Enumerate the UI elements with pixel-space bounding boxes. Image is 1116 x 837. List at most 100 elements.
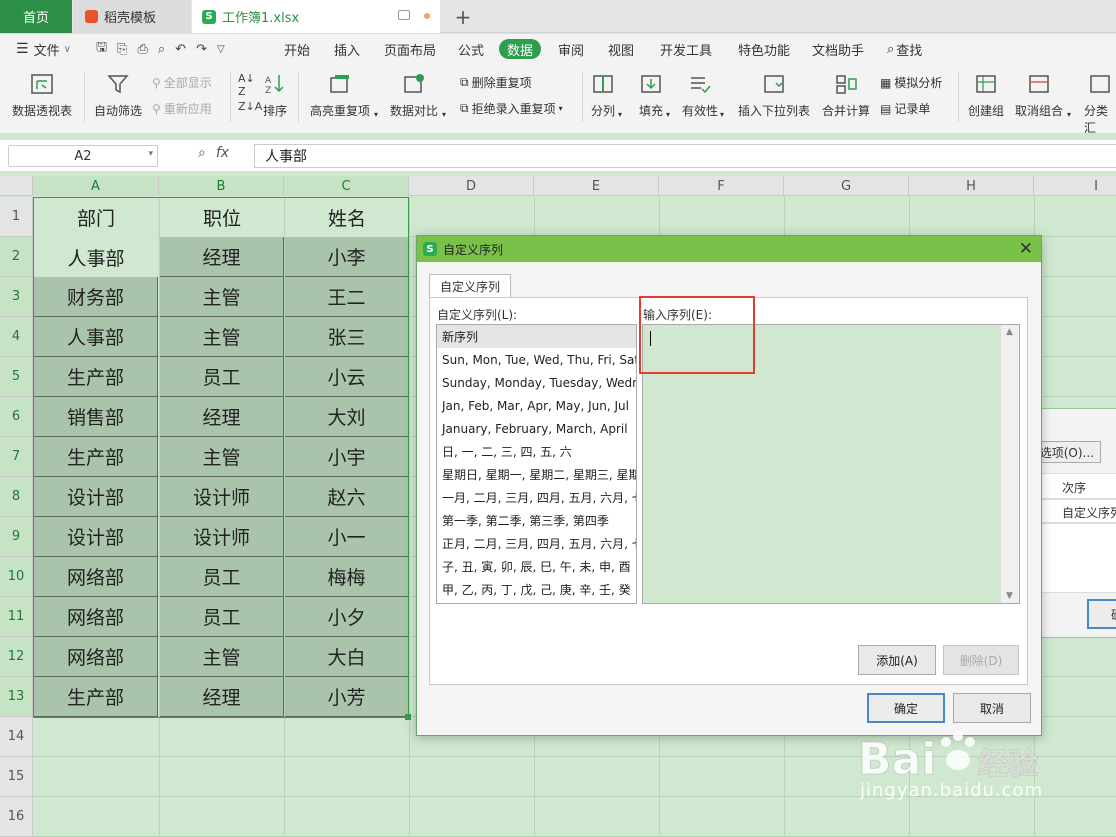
menu-data[interactable]: 数据 bbox=[499, 39, 542, 59]
record-form-button[interactable]: ▤ 记录单 bbox=[880, 100, 930, 117]
custom-list-item[interactable]: 甲, 乙, 丙, 丁, 戊, 己, 庚, 辛, 壬, 癸 bbox=[437, 578, 636, 601]
zoom-icon[interactable]: ⌕ bbox=[198, 145, 206, 161]
menu-doc-assistant[interactable]: 文档助手 bbox=[812, 34, 864, 64]
pin-icon[interactable] bbox=[398, 10, 410, 20]
reject-duplicates-button[interactable]: ⧉ 拒绝录入重复项 ▾ bbox=[460, 100, 563, 117]
export-icon[interactable]: ⎘ bbox=[117, 42, 127, 57]
menu-search[interactable]: ⌕ 查找 bbox=[887, 34, 922, 64]
row-header[interactable]: 5 bbox=[0, 357, 33, 397]
sort-table-row[interactable]: 自定义序列 bbox=[1041, 499, 1116, 523]
row-header[interactable]: 2 bbox=[0, 237, 33, 277]
menu-view[interactable]: 视图 bbox=[608, 34, 634, 64]
custom-list-item[interactable]: 一月, 二月, 三月, 四月, 五月, 六月, 七月 bbox=[437, 486, 636, 509]
custom-list-item[interactable]: 星期日, 星期一, 星期二, 星期三, 星期四 bbox=[437, 463, 636, 486]
row-header[interactable]: 13 bbox=[0, 677, 33, 717]
add-button[interactable]: 添加(A) bbox=[858, 645, 936, 675]
custom-list-item[interactable]: Sun, Mon, Tue, Wed, Thu, Fri, Sat bbox=[437, 348, 636, 371]
custom-list-item[interactable]: 日, 一, 二, 三, 四, 五, 六 bbox=[437, 440, 636, 463]
data-compare-button[interactable]: 数据对比 ▾ bbox=[390, 72, 446, 119]
insert-dropdown-button[interactable]: 插入下拉列表 bbox=[738, 72, 810, 119]
customize-icon[interactable]: ▽ bbox=[217, 44, 225, 55]
custom-list-item[interactable]: 子, 丑, 寅, 卯, 辰, 巳, 午, 未, 申, 酉 bbox=[437, 555, 636, 578]
name-box[interactable]: A2 ▾ bbox=[8, 145, 158, 167]
column-header[interactable]: C bbox=[284, 176, 409, 196]
row-header[interactable]: 12 bbox=[0, 637, 33, 677]
preview-icon[interactable]: ⌕ bbox=[158, 42, 165, 57]
custom-list-item[interactable]: January, February, March, April bbox=[437, 417, 636, 440]
ungroup-button[interactable]: 取消组合 ▾ bbox=[1015, 72, 1071, 119]
row-header[interactable]: 9 bbox=[0, 517, 33, 557]
formula-input[interactable]: 人事部 bbox=[254, 144, 1116, 168]
row-header[interactable]: 1 bbox=[0, 197, 33, 237]
sort-ok-button[interactable]: 确 bbox=[1087, 599, 1116, 629]
scroll-up-icon[interactable]: ▲ bbox=[1006, 327, 1013, 337]
row-header[interactable]: 14 bbox=[0, 717, 33, 757]
subtotal-button[interactable]: 分类汇 bbox=[1084, 72, 1116, 136]
ok-button[interactable]: 确定 bbox=[867, 693, 945, 723]
row-header[interactable]: 3 bbox=[0, 277, 33, 317]
custom-list-item[interactable]: Jan, Feb, Mar, Apr, May, Jun, Jul bbox=[437, 394, 636, 417]
create-group-button[interactable]: 创建组 bbox=[968, 72, 1004, 119]
column-header[interactable]: B bbox=[159, 176, 284, 196]
print-icon[interactable]: ⎙ bbox=[137, 42, 147, 57]
validity-button[interactable]: 有效性 ▾ bbox=[682, 72, 724, 119]
column-header[interactable]: I bbox=[1034, 176, 1116, 196]
redo-icon[interactable]: ↷ bbox=[196, 42, 207, 57]
tab-custom-list[interactable]: 自定义序列 bbox=[429, 274, 511, 298]
row-header[interactable]: 6 bbox=[0, 397, 33, 437]
consolidate-button[interactable]: 合并计算 bbox=[822, 72, 870, 119]
what-if-analysis-button[interactable]: ▦ 模拟分析 bbox=[880, 74, 942, 91]
row-header[interactable]: 16 bbox=[0, 797, 33, 837]
row-header[interactable]: 7 bbox=[0, 437, 33, 477]
undo-icon[interactable]: ↶ bbox=[175, 42, 186, 57]
show-all-button[interactable]: ⚲ 全部显示 bbox=[152, 74, 212, 91]
row-header[interactable]: 4 bbox=[0, 317, 33, 357]
pivot-table-button[interactable]: 数据透视表 bbox=[12, 72, 72, 119]
column-header[interactable]: A bbox=[33, 176, 159, 196]
custom-list-item[interactable]: 第一季, 第二季, 第三季, 第四季 bbox=[437, 509, 636, 532]
menu-page-layout[interactable]: 页面布局 bbox=[384, 34, 436, 64]
fill-button[interactable]: 填充 ▾ bbox=[638, 72, 670, 119]
tab-workbook[interactable]: S 工作簿1.xlsx bbox=[192, 0, 440, 33]
row-header[interactable]: 10 bbox=[0, 557, 33, 597]
fx-icon[interactable]: fx bbox=[216, 145, 229, 161]
row-header[interactable]: 15 bbox=[0, 757, 33, 797]
column-header[interactable]: D bbox=[409, 176, 534, 196]
sort-button[interactable]: AZ 排序 bbox=[262, 72, 288, 119]
custom-list-box[interactable]: 新序列 Sun, Mon, Tue, Wed, Thu, Fri, Sat Sund… bbox=[436, 324, 637, 604]
tab-home[interactable]: 首页 bbox=[0, 0, 72, 33]
highlight-duplicates-button[interactable]: 高亮重复项 ▾ bbox=[310, 72, 378, 119]
sort-desc-icon[interactable]: Z↓A bbox=[238, 100, 262, 113]
menu-review[interactable]: 审阅 bbox=[558, 34, 584, 64]
auto-filter-button[interactable]: 自动筛选 bbox=[94, 72, 142, 119]
tab-template[interactable]: 稻壳模板 bbox=[73, 0, 191, 33]
menu-home[interactable]: 开始 bbox=[284, 34, 310, 64]
file-menu[interactable]: ☰ 文件 ∨ bbox=[16, 34, 71, 64]
input-scrollbar[interactable]: ▲ ▼ bbox=[1000, 325, 1019, 603]
split-column-button[interactable]: 分列 ▾ bbox=[590, 72, 622, 119]
row-header[interactable]: 11 bbox=[0, 597, 33, 637]
save-icon[interactable]: 🖫 bbox=[96, 38, 107, 60]
sort-asc-icon[interactable]: A↓ Z bbox=[238, 72, 255, 98]
menu-developer[interactable]: 开发工具 bbox=[660, 34, 712, 64]
custom-list-item[interactable]: 正月, 二月, 三月, 四月, 五月, 六月, 七月 bbox=[437, 532, 636, 555]
custom-list-item[interactable]: 新序列 bbox=[437, 325, 636, 348]
select-all-corner[interactable] bbox=[0, 176, 33, 196]
column-header[interactable]: H bbox=[909, 176, 1034, 196]
menu-insert[interactable]: 插入 bbox=[334, 34, 360, 64]
delete-button[interactable]: 删除(D) bbox=[943, 645, 1019, 675]
fill-handle[interactable] bbox=[405, 714, 411, 720]
menu-formula[interactable]: 公式 bbox=[458, 34, 484, 64]
column-header[interactable]: F bbox=[659, 176, 784, 196]
column-header[interactable]: E bbox=[534, 176, 659, 196]
dialog-title-bar[interactable]: S 自定义序列 ✕ bbox=[417, 236, 1041, 262]
cancel-button[interactable]: 取消 bbox=[953, 693, 1031, 723]
row-header[interactable]: 8 bbox=[0, 477, 33, 517]
menu-features[interactable]: 特色功能 bbox=[738, 34, 790, 64]
scroll-down-icon[interactable]: ▼ bbox=[1006, 591, 1013, 601]
reapply-button[interactable]: ⚲ 重新应用 bbox=[152, 100, 212, 117]
new-tab-button[interactable]: + bbox=[448, 0, 478, 33]
column-header[interactable]: G bbox=[784, 176, 909, 196]
custom-list-item[interactable]: Sunday, Monday, Tuesday, Wednesday bbox=[437, 371, 636, 394]
remove-duplicates-button[interactable]: ⧉ 删除重复项 bbox=[460, 74, 532, 91]
